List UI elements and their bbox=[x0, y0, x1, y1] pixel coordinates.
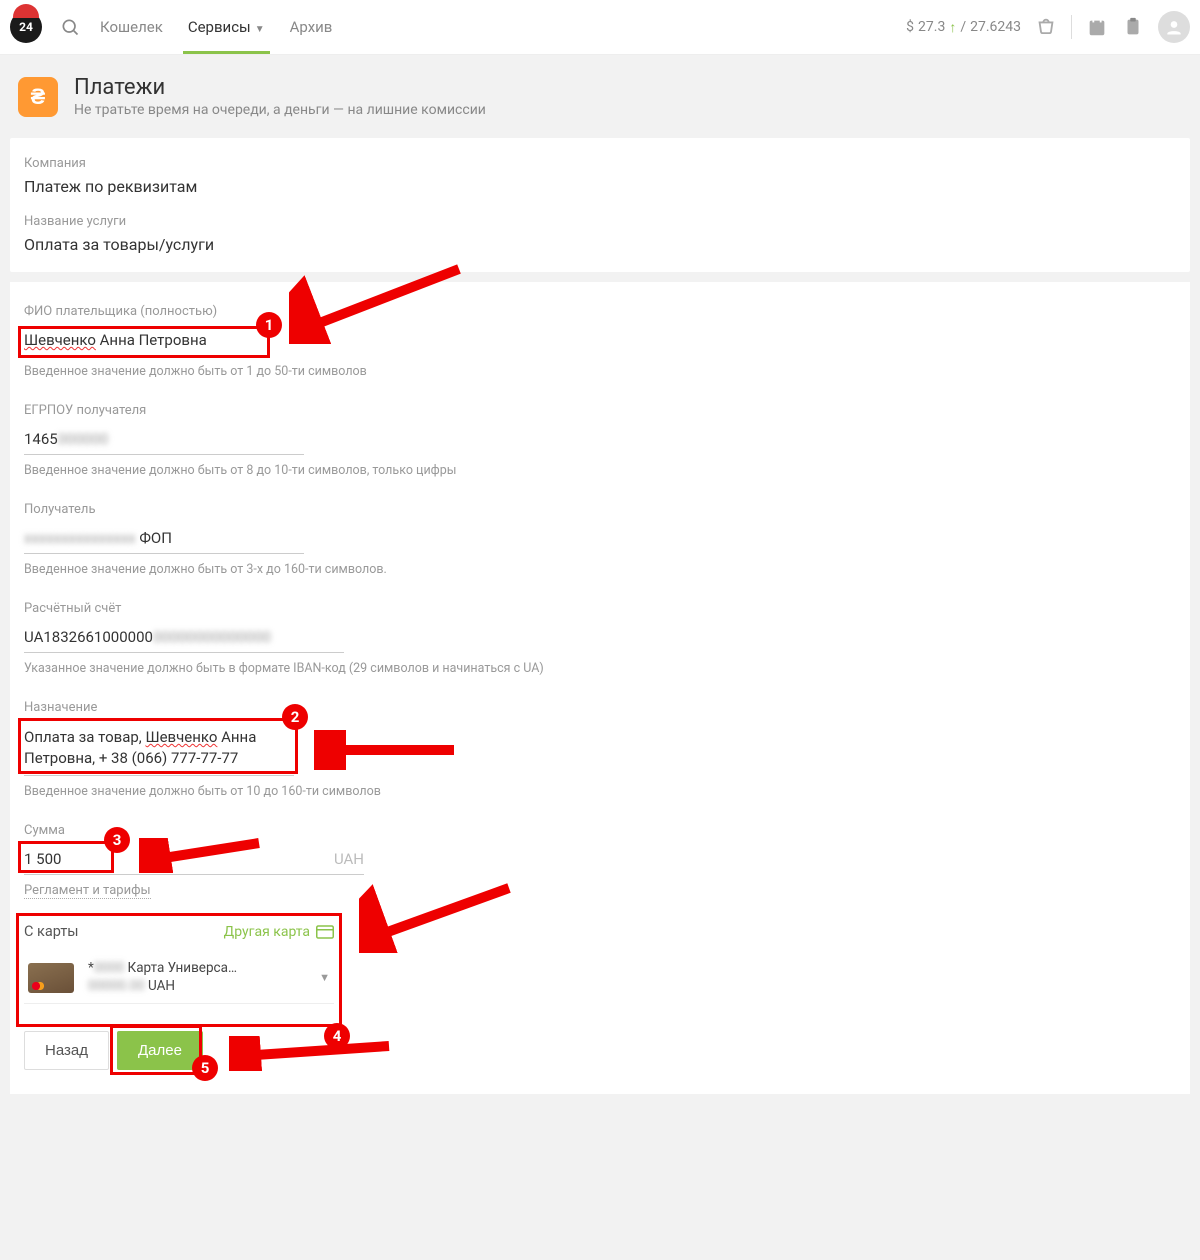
nav-services[interactable]: Сервисы▼ bbox=[188, 0, 265, 54]
tariffs-link[interactable]: Регламент и тарифы bbox=[24, 883, 151, 899]
account-input[interactable]: UA183266100000000000000000000 bbox=[24, 624, 344, 653]
rate-up-icon: ↑ bbox=[949, 19, 956, 36]
card-thumbnail bbox=[28, 963, 74, 993]
service-label: Название услуги bbox=[24, 214, 1176, 229]
calendar-icon[interactable] bbox=[1086, 16, 1108, 38]
page-subtitle: Не тратьте время на очереди, а деньги — … bbox=[74, 102, 486, 118]
top-right: $ 27.3 ↑ / 27.6243 bbox=[906, 11, 1190, 43]
top-bar: 24 Кошелек Сервисы▼ Архив $ 27.3 ↑ / 27.… bbox=[0, 0, 1200, 55]
user-avatar[interactable] bbox=[1158, 11, 1190, 43]
amount-group: Сумма 1 500 UAH Регламент и тарифы 3 bbox=[24, 823, 1176, 899]
account-label: Расчётный счёт bbox=[24, 601, 1176, 616]
purpose-label: Назначение bbox=[24, 700, 1176, 715]
payment-form: ФИО плательщика (полностью) Шевченко Анн… bbox=[10, 282, 1190, 1094]
app-logo: 24 bbox=[10, 11, 42, 43]
search-icon[interactable] bbox=[60, 17, 80, 37]
top-nav: Кошелек Сервисы▼ Архив bbox=[100, 0, 332, 54]
other-card-link[interactable]: Другая карта bbox=[224, 924, 334, 940]
amount-currency: UAH bbox=[334, 850, 364, 868]
purpose-input[interactable]: Оплата за товар, Шевченко Анна Петровна,… bbox=[24, 723, 294, 776]
payer-input[interactable]: Шевченко Анна Петровна bbox=[24, 327, 264, 356]
cart-icon[interactable] bbox=[1035, 16, 1057, 38]
clipboard-icon[interactable] bbox=[1122, 16, 1144, 38]
page-header: ₴ Платежи Не тратьте время на очереди, а… bbox=[0, 55, 1200, 138]
page-title: Платежи bbox=[74, 75, 486, 100]
company-value: Платеж по реквизитам bbox=[24, 177, 1176, 196]
recipient-group: Получатель xxxxxxxxxxxxxxx ФОП Введенное… bbox=[24, 502, 1176, 577]
cardpick-title: С карты bbox=[24, 923, 79, 940]
purpose-group: Назначение Оплата за товар, Шевченко Анн… bbox=[24, 700, 1176, 799]
card-info: *0000 Карта Универса… 00000.00 UAH bbox=[88, 960, 237, 995]
payer-group: ФИО плательщика (полностью) Шевченко Анн… bbox=[24, 304, 1176, 379]
back-button[interactable]: Назад bbox=[24, 1031, 109, 1070]
nav-archive[interactable]: Архив bbox=[290, 0, 333, 54]
service-value: Оплата за товары/услуги bbox=[24, 235, 1176, 254]
card-select[interactable]: *0000 Карта Универса… 00000.00 UAH ▼ bbox=[24, 952, 334, 1004]
egrpou-help: Введенное значение должно быть от 8 до 1… bbox=[24, 463, 1176, 478]
chevron-down-icon: ▼ bbox=[319, 971, 330, 984]
hryvnia-icon: ₴ bbox=[18, 77, 58, 117]
egrpou-label: ЕГРПОУ получателя bbox=[24, 403, 1176, 418]
nav-wallet[interactable]: Кошелек bbox=[100, 0, 163, 54]
purpose-help: Введенное значение должно быть от 10 до … bbox=[24, 784, 1176, 799]
amount-input[interactable]: 1 500 UAH bbox=[24, 846, 364, 875]
info-card: Компания Платеж по реквизитам Название у… bbox=[10, 138, 1190, 272]
payer-label: ФИО плательщика (полностью) bbox=[24, 304, 1176, 319]
chevron-down-icon: ▼ bbox=[255, 24, 265, 35]
egrpou-input[interactable]: 1465000000 bbox=[24, 426, 304, 455]
account-group: Расчётный счёт UA18326610000000000000000… bbox=[24, 601, 1176, 676]
payer-help: Введенное значение должно быть от 1 до 5… bbox=[24, 364, 1176, 379]
account-help: Указанное значение должно быть в формате… bbox=[24, 661, 1176, 676]
amount-label: Сумма bbox=[24, 823, 1176, 838]
credit-card-icon bbox=[316, 925, 334, 939]
recipient-label: Получатель bbox=[24, 502, 1176, 517]
divider bbox=[1071, 15, 1072, 39]
company-label: Компания bbox=[24, 156, 1176, 171]
recipient-help: Введенное значение должно быть от 3-х до… bbox=[24, 562, 1176, 577]
next-button[interactable]: Далее bbox=[117, 1031, 203, 1070]
currency-rate: $ 27.3 ↑ / 27.6243 bbox=[906, 19, 1021, 36]
card-source-group: С карты Другая карта *0000 Карта Универс… bbox=[24, 923, 1176, 1005]
egrpou-group: ЕГРПОУ получателя 1465000000 Введенное з… bbox=[24, 403, 1176, 478]
actions-row: Назад Далее 5 bbox=[24, 1031, 1176, 1070]
recipient-input[interactable]: xxxxxxxxxxxxxxx ФОП bbox=[24, 525, 304, 554]
